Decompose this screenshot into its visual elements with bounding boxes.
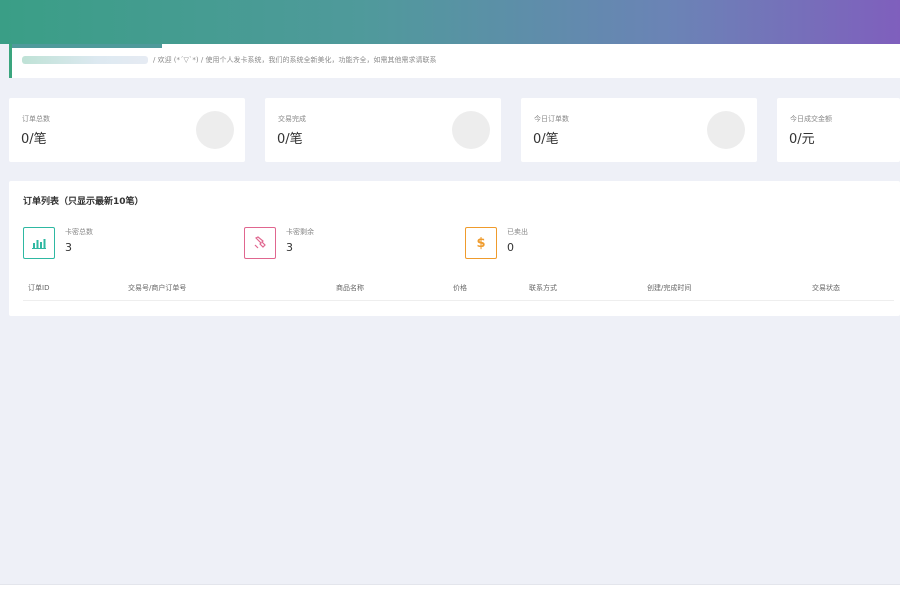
summary-label: 卡密总数: [65, 228, 93, 236]
dashboard-page: / 欢迎 (*´▽`*) / 使用个人发卡系统，我们的系统全新美化，功能齐全，如…: [0, 0, 900, 600]
stat-icon-placeholder: [196, 111, 234, 149]
welcome-username-blur: [22, 56, 148, 64]
column-header[interactable]: 联系方式: [529, 283, 557, 293]
column-header[interactable]: 创建/完成时间: [647, 283, 691, 293]
welcome-banner: / 欢迎 (*´▽`*) / 使用个人发卡系统，我们的系统全新美化，功能齐全，如…: [9, 44, 900, 78]
stat-card-completed: 交易完成 0/笔: [265, 98, 501, 162]
stat-card-today-orders: 今日订单数 0/笔: [521, 98, 757, 162]
dollar-glyph: $: [476, 235, 486, 251]
summary-label: 已卖出: [507, 228, 528, 236]
bottom-bar: [0, 584, 900, 600]
column-header[interactable]: 交易号/商户订单号: [128, 283, 186, 293]
stat-label: 今日成交金额: [790, 115, 832, 123]
stat-label: 交易完成: [278, 115, 306, 123]
column-header[interactable]: 价格: [453, 283, 467, 293]
order-list-title: 订单列表（只显示最新10笔）: [23, 197, 144, 207]
column-header[interactable]: 商品名称: [336, 283, 364, 293]
summary-value: 0: [507, 241, 514, 254]
stat-label: 订单总数: [22, 115, 50, 123]
stat-value: 0/元: [789, 132, 815, 147]
stat-card-total-orders: 订单总数 0/笔: [9, 98, 245, 162]
stat-card-today-amount: 今日成交金额 0/元: [777, 98, 900, 162]
stat-icon-placeholder: [452, 111, 490, 149]
stat-value: 0/笔: [533, 132, 559, 147]
hand-pointer-icon: [244, 227, 276, 259]
stat-value: 0/笔: [21, 132, 47, 147]
order-list-panel: 订单列表（只显示最新10笔） 卡密总数 3 卡密剩余 3 $ 已卖出 0 订单I…: [9, 181, 900, 316]
summary-label: 卡密剩余: [286, 228, 314, 236]
dollar-icon: $: [465, 227, 497, 259]
column-header[interactable]: 订单ID: [28, 283, 49, 293]
bar-chart-icon: [23, 227, 55, 259]
welcome-text: / 欢迎 (*´▽`*) / 使用个人发卡系统，我们的系统全新美化，功能齐全，如…: [153, 56, 437, 64]
header-bar: [0, 0, 900, 44]
stat-icon-placeholder: [707, 111, 745, 149]
summary-value: 3: [65, 241, 72, 254]
summary-value: 3: [286, 241, 293, 254]
stat-label: 今日订单数: [534, 115, 569, 123]
stat-value: 0/笔: [277, 132, 303, 147]
welcome-accent-strip: [12, 44, 162, 48]
column-header[interactable]: 交易状态: [812, 283, 840, 293]
order-table-header: 订单ID 交易号/商户订单号 商品名称 价格 联系方式 创建/完成时间 交易状态: [23, 277, 894, 301]
